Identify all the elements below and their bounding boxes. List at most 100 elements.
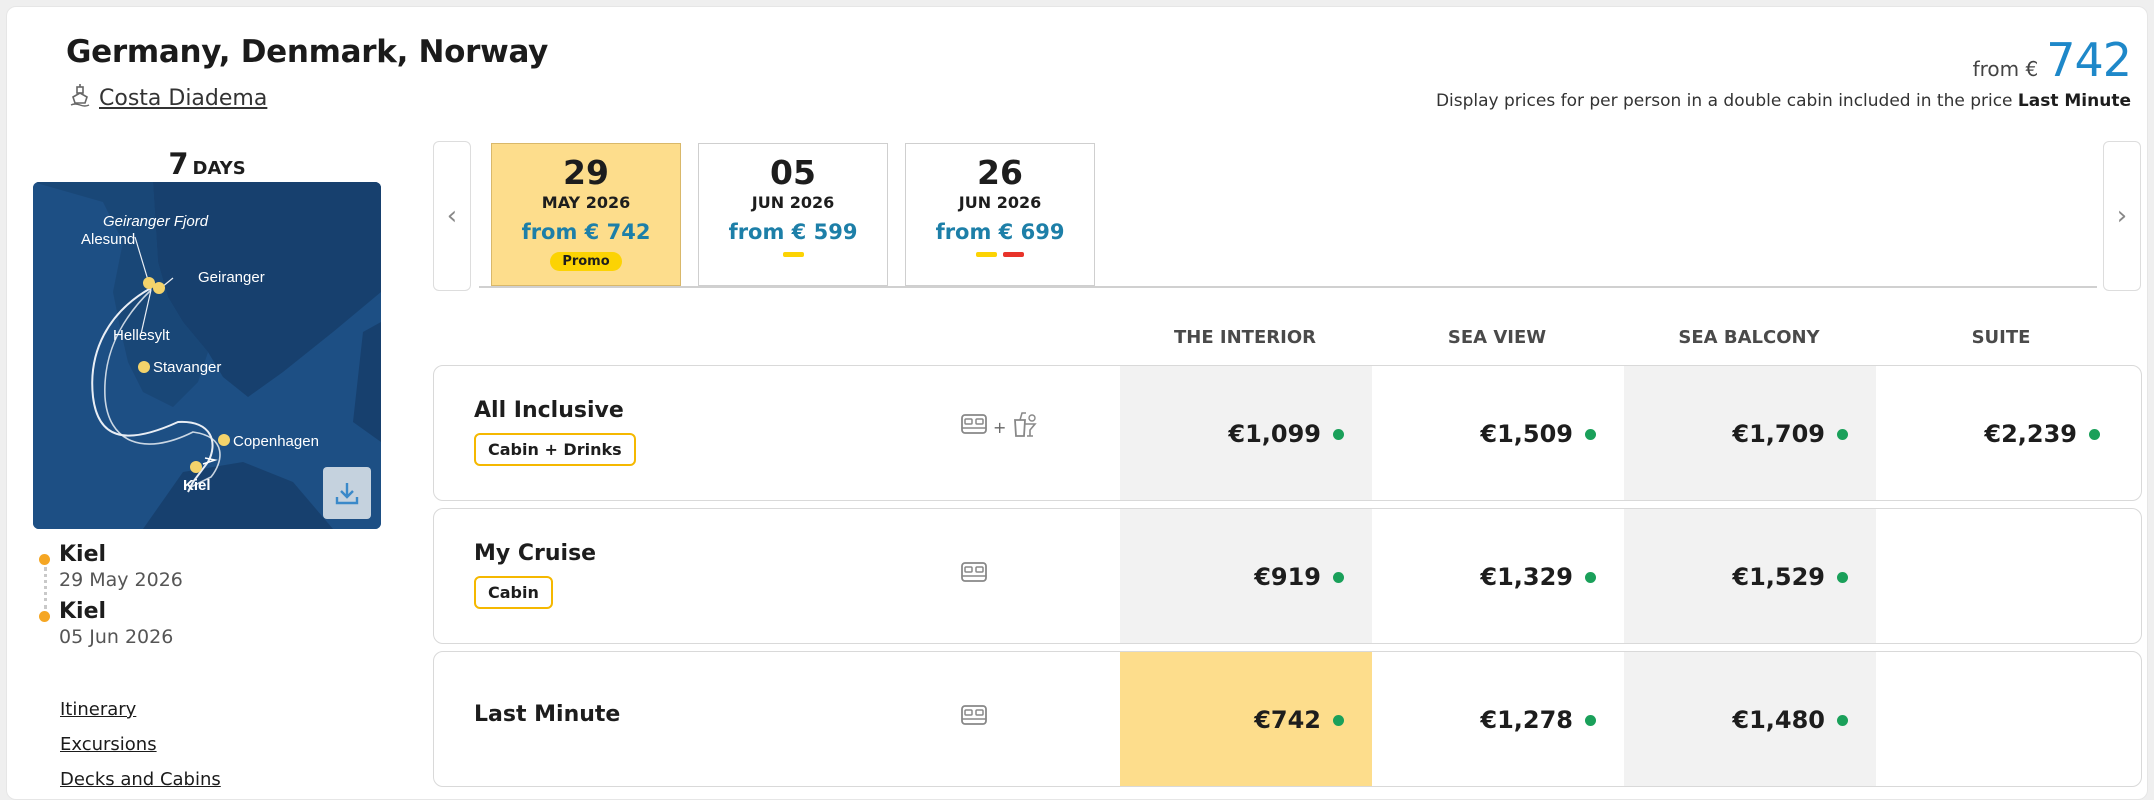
date-tabs-baseline (479, 286, 2097, 288)
price-interior[interactable]: €919 (1120, 509, 1372, 643)
price-sea-balcony[interactable]: €1,480 (1624, 652, 1876, 786)
map-label-geiranger: Geiranger (198, 269, 265, 286)
price-value: €1,278 (1480, 706, 1573, 734)
map-label-alesund: Alesund (81, 231, 135, 248)
port-list: Kiel 29 May 2026 Kiel 05 Jun 2026 (37, 542, 183, 656)
ship-icon (69, 83, 91, 113)
ship-link[interactable]: Costa Diadema (69, 83, 267, 113)
date-day: 05 (770, 153, 816, 192)
disclaimer-bold: Last Minute (2017, 91, 2131, 111)
date-day: 26 (977, 153, 1023, 192)
bed-icon (959, 411, 989, 443)
headline-price: from € 742 (1972, 33, 2132, 87)
availability-dot (1333, 428, 1344, 440)
column-interior: THE INTERIOR (1174, 327, 1316, 348)
price-value: €2,239 (1984, 420, 2077, 448)
chevron-right-icon: › (2116, 201, 2128, 231)
availability-dot (1837, 428, 1848, 440)
port-departure: Kiel 29 May 2026 (37, 542, 183, 591)
date-price: from € 742 (521, 220, 651, 244)
availability-dot (1585, 571, 1596, 583)
drinks-icon (1010, 410, 1040, 444)
date-month: MAY 2026 (541, 193, 631, 212)
from-price: 742 (2046, 33, 2132, 87)
price-sea-view[interactable]: €1,329 (1372, 509, 1624, 643)
map-label-stavanger: Stavanger (153, 359, 221, 376)
price-sea-view[interactable]: €1,509 (1372, 366, 1624, 500)
price-interior[interactable]: €1,099 (1120, 366, 1372, 500)
price-value: €919 (1254, 563, 1321, 591)
link-itinerary[interactable]: Itinerary (60, 699, 221, 722)
next-dates-button[interactable]: › (2103, 141, 2141, 291)
column-sea-balcony: SEA BALCONY (1678, 327, 1820, 348)
price-sea-balcony[interactable]: €1,529 (1624, 509, 1876, 643)
column-sea-view: SEA VIEW (1447, 327, 1547, 348)
fare-badge: Cabin + Drinks (474, 433, 636, 466)
price-value: €1,509 (1480, 420, 1573, 448)
availability-mark (976, 252, 997, 257)
fare-amenities (959, 559, 989, 591)
fare-amenities: + (959, 410, 1040, 444)
port-name: Kiel (59, 542, 107, 567)
date-tab-26-jun[interactable]: 26 JUN 2026 from € 699 (905, 143, 1095, 286)
availability-dot (1585, 714, 1596, 726)
fare-row-my-cruise: My Cruise Cabin €919 €1,329 €1,529 (433, 508, 2142, 644)
availability-dot (1837, 571, 1848, 583)
promo-badge: Promo (550, 252, 622, 271)
date-month: JUN 2026 (751, 193, 835, 212)
fare-name: My Cruise (474, 541, 597, 566)
port-dot (39, 611, 50, 622)
bed-icon (959, 702, 989, 734)
plus-symbol: + (993, 417, 1007, 437)
fare-badge: Cabin (474, 576, 553, 609)
price-sea-balcony[interactable]: €1,709 (1624, 366, 1876, 500)
disclaimer-text: Display prices for per person in a doubl… (1435, 91, 2013, 111)
port-dot (39, 554, 50, 565)
port-arrival: Kiel 05 Jun 2026 (37, 599, 183, 648)
fare-row-last-minute: Last Minute €742 €1,278 €1,480 (433, 651, 2142, 787)
availability-dot (2089, 428, 2100, 440)
chevron-left-icon: ‹ (446, 201, 458, 231)
availability-mark (1003, 252, 1024, 257)
price-value: €742 (1254, 706, 1321, 734)
port-date: 29 May 2026 (59, 569, 183, 591)
price-suite[interactable]: €2,239 (1876, 366, 2128, 500)
itinerary-links: Itinerary Excursions Decks and Cabins (60, 699, 221, 799)
fare-row-all-inclusive: All Inclusive Cabin + Drinks + €1,099 €1… (433, 365, 2142, 501)
map-label-kiel: Kiel (183, 477, 211, 494)
link-excursions[interactable]: Excursions (60, 734, 221, 757)
price-interior[interactable]: €742 (1120, 652, 1372, 786)
link-decks-cabins[interactable]: Decks and Cabins (60, 769, 221, 792)
prev-dates-button[interactable]: ‹ (433, 141, 471, 291)
availability-dot (1837, 714, 1848, 726)
map-label-hellesylt: Hellesylt (113, 327, 171, 344)
port-date: 05 Jun 2026 (59, 626, 174, 648)
itinerary-map[interactable]: Geiranger Fjord Alesund Geiranger Helles… (33, 182, 381, 529)
ship-name: Costa Diadema (99, 85, 268, 111)
from-prefix: from € (1972, 57, 2039, 81)
price-value: €1,329 (1480, 563, 1573, 591)
fare-name: All Inclusive (474, 398, 624, 423)
price-value: €1,480 (1732, 706, 1825, 734)
availability-marks (906, 252, 1094, 257)
price-value: €1,709 (1732, 420, 1825, 448)
date-price: from € 699 (935, 220, 1065, 244)
price-value: €1,099 (1228, 420, 1321, 448)
download-map-button[interactable] (323, 467, 371, 519)
availability-mark (782, 252, 804, 257)
fare-name: Last Minute (474, 702, 621, 727)
bed-icon (959, 559, 989, 591)
days-number: 7 (168, 147, 189, 181)
cruise-title: Germany, Denmark, Norway (66, 34, 549, 70)
date-price: from € 599 (728, 220, 858, 244)
availability-marks (699, 252, 887, 257)
date-tab-05-jun[interactable]: 05 JUN 2026 from € 599 (698, 143, 888, 286)
price-sea-view[interactable]: €1,278 (1372, 652, 1624, 786)
date-month: JUN 2026 (958, 193, 1042, 212)
price-disclaimer: Display prices for per person in a doubl… (1436, 91, 2131, 111)
date-tab-29-may[interactable]: 29 MAY 2026 from € 742 Promo (491, 143, 681, 286)
port-name: Kiel (59, 599, 107, 624)
date-day: 29 (563, 153, 609, 192)
price-value: €1,529 (1732, 563, 1825, 591)
availability-dot (1333, 714, 1344, 726)
